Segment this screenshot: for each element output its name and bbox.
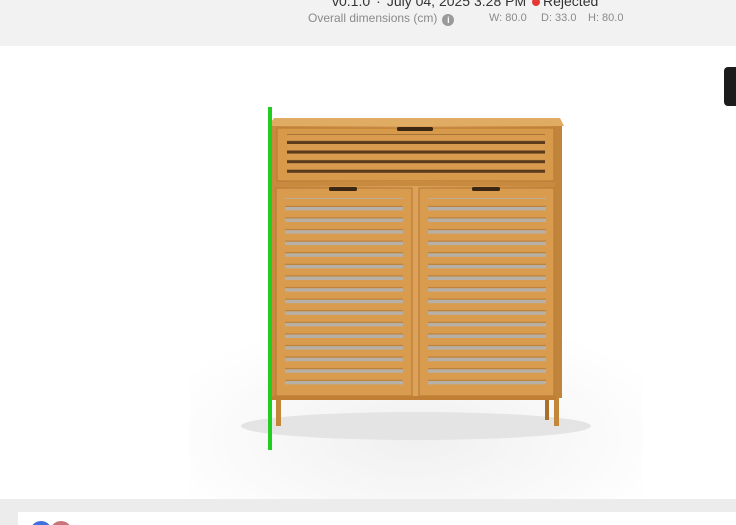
leg-front-left: [276, 396, 281, 426]
panel-toggle-icon[interactable]: [724, 67, 736, 106]
model-viewer[interactable]: [0, 46, 736, 499]
comments-bar: [0, 499, 736, 525]
measurement-line[interactable]: [268, 107, 272, 450]
dimension-depth: D: 33.0: [541, 12, 577, 24]
cabinet-shadow: [241, 412, 591, 440]
version-info: v0.1.0 · July 04, 2025 3:28 PM Rejected: [332, 0, 598, 9]
version-date: July 04, 2025 3:28 PM: [386, 0, 527, 9]
dimensions-label: Overall dimensions (cm): [308, 11, 438, 25]
status-dot: [532, 0, 541, 6]
right-door-handle[interactable]: [472, 187, 500, 191]
dimension-height: H: 80.0: [588, 12, 624, 24]
cabinet-top: [268, 118, 564, 126]
left-door-slats: [285, 198, 403, 386]
right-door-slats: [428, 198, 546, 386]
header-bar: v0.1.0 · July 04, 2025 3:28 PM Rejected Ov…: [0, 0, 736, 46]
version-label: v0.1.0: [332, 0, 371, 9]
drawer-handle[interactable]: [397, 127, 433, 131]
comment-panel: [18, 512, 736, 525]
info-icon[interactable]: i: [442, 14, 455, 26]
drawer-slats: [287, 134, 545, 174]
status-badge: Rejected: [543, 0, 599, 9]
leg-front-right: [554, 396, 559, 426]
overall-dimensions: Overall dimensions (cm) i W: 80.0 D: 33.0…: [308, 10, 623, 26]
cabinet-model[interactable]: [0, 46, 736, 499]
bottom-rail: [272, 396, 556, 400]
left-door-handle[interactable]: [329, 187, 357, 191]
dimension-width: W: 80.0: [489, 12, 527, 24]
cabinet-divider: [277, 182, 554, 186]
